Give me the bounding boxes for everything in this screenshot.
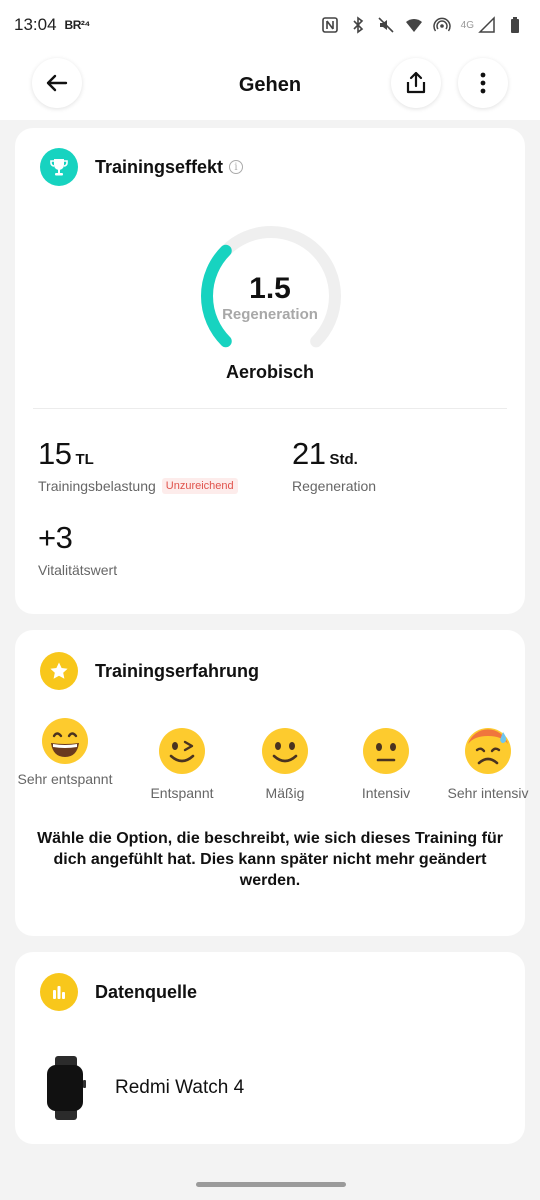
regeneration-unit: Std. <box>329 451 358 468</box>
page-title: Gehen <box>238 73 302 96</box>
back-button[interactable] <box>32 58 82 108</box>
regeneration-label: Regeneration <box>292 478 377 494</box>
option-label: Sehr entspannt <box>17 771 113 787</box>
wifi-icon <box>405 16 423 34</box>
option-label: Intensiv <box>361 785 411 801</box>
option-very-intense[interactable]: Sehr intensiv <box>438 726 538 802</box>
device-name: Redmi Watch 4 <box>115 1077 245 1098</box>
trophy-icon <box>40 148 78 186</box>
option-very-relaxed[interactable]: Sehr entspannt <box>15 716 115 788</box>
experience-note: Wähle die Option, die beschreibt, wie si… <box>37 830 503 889</box>
neutral-face-icon <box>363 728 409 774</box>
data-source-header: Datenquelle <box>40 973 197 1011</box>
battery-icon <box>506 16 524 34</box>
app-header: Gehen <box>0 50 540 120</box>
smartwatch-icon <box>47 1056 86 1120</box>
training-load-unit: TL <box>75 451 94 468</box>
mute-icon <box>377 16 395 34</box>
training-effect-value-label: Regeneration <box>222 306 318 323</box>
status-time: 13:04 <box>14 15 57 34</box>
regeneration-value: 21 <box>292 436 326 471</box>
training-effect-title: Trainingseffekt <box>95 156 224 177</box>
smiling-face-icon <box>262 728 308 774</box>
status-badge: Unzureichend <box>161 478 238 494</box>
option-relaxed[interactable]: Entspannt <box>132 726 232 802</box>
home-indicator[interactable] <box>196 1182 346 1187</box>
vitality-stat: +3 Vitalitätswert <box>38 520 117 578</box>
bar-chart-icon <box>40 973 78 1011</box>
status-bar: 13:04 BR²⁴ 4G <box>0 0 540 50</box>
option-label: Sehr intensiv <box>447 785 529 801</box>
regeneration-stat: 21 Std. Regeneration <box>292 436 376 494</box>
vitality-value: +3 <box>38 520 73 555</box>
vitality-label: Vitalitätswert <box>38 562 118 578</box>
option-label: Entspannt <box>150 785 214 801</box>
training-effect-card: Trainingseffekt i 1.5 Regeneration Aerob… <box>15 128 525 614</box>
star-icon <box>40 652 78 690</box>
training-effect-value: 1.5 <box>249 272 291 305</box>
data-source-title: Datenquelle <box>95 981 198 1002</box>
training-experience-title: Trainingserfahrung <box>95 660 260 681</box>
info-icon[interactable]: i <box>229 160 244 174</box>
training-effect-header: Trainingseffekt i <box>40 148 244 186</box>
training-load-stat: 15 TL Trainingsbelastung Unzureichend <box>38 436 238 494</box>
training-load-label: Trainingsbelastung <box>38 478 156 494</box>
more-vertical-icon <box>480 72 486 94</box>
option-intense[interactable]: Intensiv <box>336 726 436 802</box>
data-source-card: Datenquelle Redmi Watch 4 <box>15 952 525 1144</box>
training-experience-card: Trainingserfahrung Sehr entspannt Entspa… <box>15 630 528 936</box>
grinning-face-icon <box>42 718 88 764</box>
hotspot-icon <box>432 16 451 34</box>
br24-icon: BR²⁴ <box>64 18 91 32</box>
training-effect-type: Aerobisch <box>225 362 315 382</box>
option-label: Mäßig <box>265 785 305 801</box>
more-options-button[interactable] <box>458 58 508 108</box>
experience-options: Sehr entspannt Entspannt Mäßig Intensiv … <box>15 716 528 816</box>
training-load-value: 15 <box>38 436 72 471</box>
network-type: 4G <box>460 19 474 31</box>
winking-face-icon <box>159 728 205 774</box>
training-experience-header: Trainingserfahrung <box>40 652 259 690</box>
share-icon <box>406 71 426 94</box>
bluetooth-icon <box>349 16 367 34</box>
device-row[interactable]: Redmi Watch 4 <box>45 1056 244 1120</box>
option-moderate[interactable]: Mäßig <box>235 726 335 802</box>
share-button[interactable] <box>391 58 441 108</box>
signal-icon <box>478 16 496 34</box>
sweating-face-icon <box>465 728 511 774</box>
arrow-left-icon <box>46 74 68 92</box>
divider <box>33 408 507 409</box>
nfc-icon <box>321 16 339 34</box>
